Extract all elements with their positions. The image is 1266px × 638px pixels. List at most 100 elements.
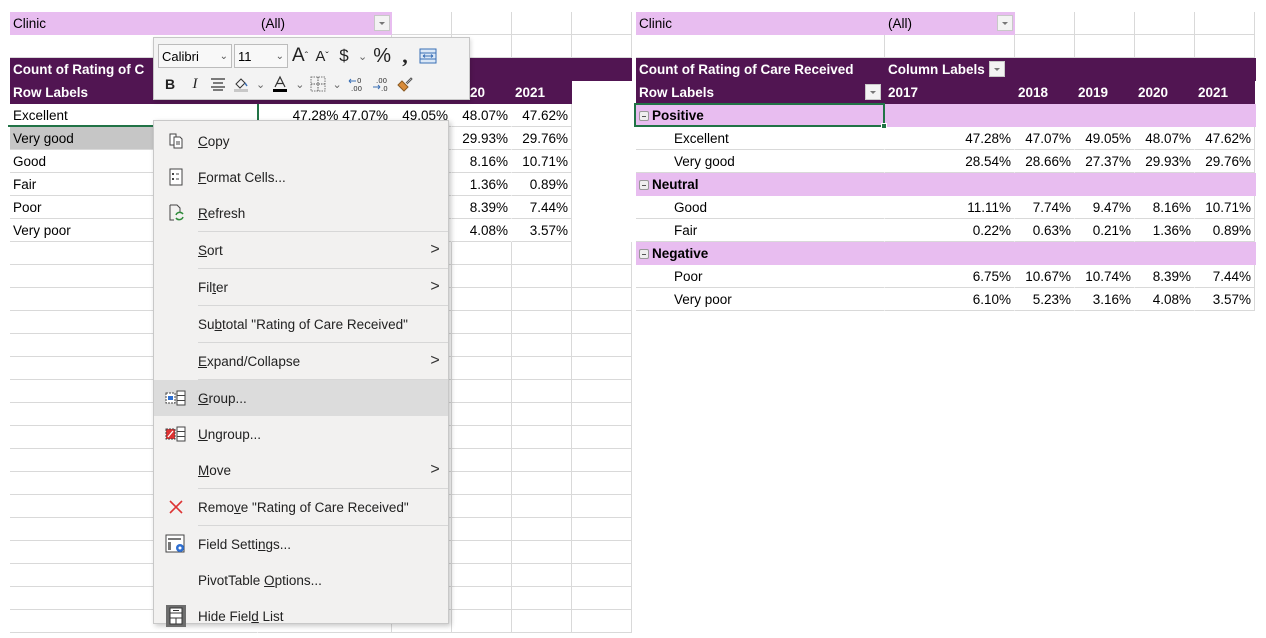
value-cell[interactable]: 29.76% xyxy=(512,127,572,150)
empty-cell[interactable] xyxy=(452,564,512,587)
value-cell[interactable]: 0.89% xyxy=(512,173,572,196)
value-cell[interactable]: 3.57% xyxy=(1195,288,1255,311)
value-cell[interactable]: 3.16% xyxy=(1075,288,1135,311)
empty-cell[interactable] xyxy=(512,380,572,403)
collapse-icon[interactable] xyxy=(639,249,649,259)
borders-icon[interactable] xyxy=(308,72,328,96)
empty-cell[interactable] xyxy=(452,12,512,35)
center-align-icon[interactable] xyxy=(208,72,228,96)
empty-cell[interactable] xyxy=(1015,35,1075,58)
empty-cell[interactable] xyxy=(1075,12,1135,35)
chevron-down-icon[interactable]: ⌄ xyxy=(356,44,369,68)
empty-cell[interactable] xyxy=(1195,12,1255,35)
menu-item-field-settings[interactable]: Field Settings... xyxy=(154,526,448,562)
empty-cell[interactable] xyxy=(572,403,632,426)
empty-cell[interactable] xyxy=(512,587,572,610)
empty-cell[interactable] xyxy=(572,610,632,633)
bold-icon[interactable]: B xyxy=(158,72,182,96)
value-cell[interactable]: 47.62% xyxy=(1195,127,1255,150)
format-painter-icon[interactable] xyxy=(394,72,416,96)
empty-cell[interactable] xyxy=(572,426,632,449)
empty-cell[interactable] xyxy=(512,472,572,495)
menu-item-hide-field-list[interactable]: Hide Field List xyxy=(154,598,448,634)
empty-cell[interactable] xyxy=(512,403,572,426)
group-label-cell[interactable]: Negative xyxy=(636,242,885,265)
percent-style-icon[interactable]: % xyxy=(371,44,393,68)
filter-dropdown-icon[interactable] xyxy=(374,15,390,31)
empty-cell[interactable] xyxy=(572,472,632,495)
empty-cell[interactable] xyxy=(512,35,572,58)
empty-cell[interactable] xyxy=(512,265,572,288)
menu-item-format-cells[interactable]: Format Cells... xyxy=(154,159,448,195)
empty-cell[interactable] xyxy=(572,334,632,357)
empty-cell[interactable] xyxy=(512,12,572,35)
empty-cell[interactable] xyxy=(572,12,632,35)
value-cell[interactable]: 29.76% xyxy=(1195,150,1255,173)
empty-cell[interactable] xyxy=(1135,35,1195,58)
decrease-decimal-icon[interactable]: .00.0 xyxy=(370,72,392,96)
value-cell[interactable]: 4.08% xyxy=(452,219,512,242)
menu-item-pivottable-options[interactable]: PivotTable Options... xyxy=(154,562,448,598)
empty-cell[interactable] xyxy=(512,357,572,380)
empty-cell[interactable] xyxy=(572,449,632,472)
fill-color-icon[interactable] xyxy=(230,72,252,96)
empty-cell[interactable] xyxy=(572,541,632,564)
row-label[interactable]: Very poor xyxy=(636,288,885,311)
empty-cell[interactable] xyxy=(452,288,512,311)
empty-cell[interactable] xyxy=(392,12,452,35)
empty-cell[interactable] xyxy=(572,357,632,380)
merge-center-icon[interactable] xyxy=(417,44,439,68)
row-label[interactable]: Poor xyxy=(636,265,885,288)
empty-cell[interactable] xyxy=(512,242,572,265)
empty-cell[interactable] xyxy=(572,35,632,58)
filter-value-cell[interactable]: (All) xyxy=(258,12,392,35)
collapse-icon[interactable] xyxy=(639,111,649,121)
value-cell[interactable]: 28.66% xyxy=(1015,150,1075,173)
empty-cell[interactable] xyxy=(512,564,572,587)
increase-font-size-icon[interactable]: Aˆ xyxy=(290,44,310,68)
empty-cell[interactable] xyxy=(572,518,632,541)
value-cell[interactable]: 7.74% xyxy=(1015,196,1075,219)
value-cell[interactable]: 47.07% xyxy=(1015,127,1075,150)
value-cell[interactable]: 8.16% xyxy=(1135,196,1195,219)
menu-item-refresh[interactable]: Refresh xyxy=(154,195,448,231)
empty-cell[interactable] xyxy=(452,311,512,334)
font-size-box[interactable]: 11 ⌄ xyxy=(234,44,288,68)
empty-cell[interactable] xyxy=(452,610,512,633)
empty-cell[interactable] xyxy=(572,265,632,288)
value-cell[interactable]: 11.11% xyxy=(885,196,1015,219)
value-cell[interactable]: 7.44% xyxy=(512,196,572,219)
menu-item-filter[interactable]: Filter > xyxy=(154,269,448,305)
empty-cell[interactable] xyxy=(452,334,512,357)
value-cell[interactable]: 7.44% xyxy=(1195,265,1255,288)
empty-cell[interactable] xyxy=(572,564,632,587)
value-cell[interactable]: 3.57% xyxy=(512,219,572,242)
value-cell[interactable]: 27.37% xyxy=(1075,150,1135,173)
row-labels-dropdown-icon[interactable] xyxy=(865,84,881,100)
empty-cell[interactable] xyxy=(452,380,512,403)
increase-decimal-icon[interactable]: 0.00 xyxy=(346,72,368,96)
value-cell[interactable]: 47.62% xyxy=(512,104,572,127)
value-cell[interactable]: 6.10% xyxy=(885,288,1015,311)
empty-cell[interactable] xyxy=(452,472,512,495)
empty-cell[interactable] xyxy=(452,265,512,288)
value-cell[interactable]: 10.71% xyxy=(512,150,572,173)
empty-cell[interactable] xyxy=(1075,35,1135,58)
group-label-cell[interactable]: Positive xyxy=(636,104,885,127)
empty-cell[interactable] xyxy=(1015,12,1075,35)
empty-cell[interactable] xyxy=(572,288,632,311)
row-label[interactable]: Good xyxy=(636,196,885,219)
empty-cell[interactable] xyxy=(452,449,512,472)
value-cell[interactable]: 10.71% xyxy=(1195,196,1255,219)
menu-item-ungroup[interactable]: Ungroup... xyxy=(154,416,448,452)
empty-cell[interactable] xyxy=(452,403,512,426)
value-cell[interactable]: 29.93% xyxy=(1135,150,1195,173)
empty-cell[interactable] xyxy=(512,334,572,357)
value-cell[interactable]: 49.05% xyxy=(1075,127,1135,150)
value-cell[interactable]: 1.36% xyxy=(452,173,512,196)
fill-handle[interactable] xyxy=(881,123,887,129)
menu-item-expand-collapse[interactable]: Expand/Collapse > xyxy=(154,343,448,379)
filter-value-cell[interactable]: (All) xyxy=(885,12,1015,35)
empty-cell[interactable] xyxy=(885,35,1015,58)
empty-cell[interactable] xyxy=(452,495,512,518)
